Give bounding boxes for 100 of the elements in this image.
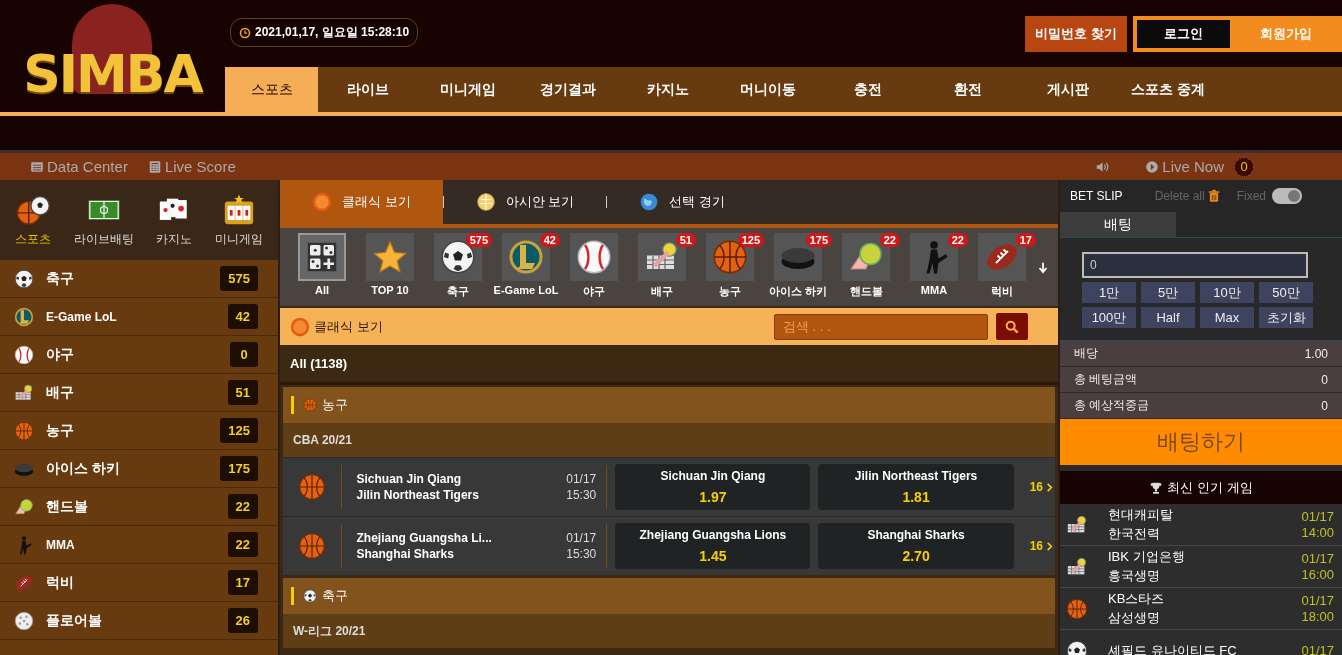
nav-tab[interactable]: 라이브 bbox=[318, 67, 418, 112]
nav-tab[interactable]: 충전 bbox=[818, 67, 918, 112]
odds-button[interactable]: Shanghai Sharks 2.70 bbox=[818, 523, 1014, 569]
nav-tab[interactable]: 스포츠 중계 bbox=[1118, 67, 1218, 112]
logo[interactable]: SIMBA bbox=[23, 44, 202, 104]
more-markets-link[interactable]: 16 bbox=[1029, 539, 1055, 553]
nav-tab[interactable]: 카지노 bbox=[618, 67, 718, 112]
amount-button[interactable]: 10만 bbox=[1200, 282, 1254, 303]
nav-tab[interactable]: 머니이동 bbox=[718, 67, 818, 112]
expand-button[interactable] bbox=[1036, 261, 1050, 275]
basketball-icon bbox=[14, 420, 34, 441]
sport-filter[interactable]: TOP 10 bbox=[356, 233, 424, 296]
sport-filter[interactable]: 17 럭비 bbox=[968, 233, 1036, 299]
sport-name: 농구 bbox=[46, 421, 75, 440]
match-date: 01/17 bbox=[566, 531, 597, 545]
view-tab[interactable]: 아시안 보기 bbox=[443, 180, 607, 224]
sport-filter[interactable]: All bbox=[288, 233, 356, 296]
nav-tab[interactable]: 게시판 bbox=[1018, 67, 1118, 112]
odds-button[interactable]: Zhejiang Guangsha Lions 1.45 bbox=[615, 523, 811, 569]
sport-menu-item[interactable]: 야구 0 bbox=[0, 336, 278, 374]
amount-button[interactable]: 5만 bbox=[1141, 282, 1195, 303]
nav-tab[interactable]: 스포츠 bbox=[225, 67, 318, 112]
sport-filter[interactable]: 175 아이스 하키 bbox=[764, 233, 832, 299]
category-tab[interactable]: 미니게임 bbox=[214, 192, 263, 248]
nav-tab[interactable]: 환전 bbox=[918, 67, 1018, 112]
league-name: W-리그 20/21 bbox=[293, 622, 366, 640]
info-link[interactable]: Data Center bbox=[30, 158, 128, 175]
sun-globe-icon bbox=[475, 192, 496, 212]
count-badge: 575 bbox=[220, 266, 258, 291]
view-tab[interactable]: 선택 경기 bbox=[607, 180, 757, 224]
home-team: KB스타즈 bbox=[1108, 590, 1166, 608]
new-badge-icon bbox=[312, 192, 332, 212]
sport-name: 배구 bbox=[46, 383, 75, 402]
sport-name: 아이스 하키 bbox=[46, 459, 121, 478]
all-count: All (1138) bbox=[290, 356, 348, 371]
handball-icon bbox=[14, 496, 34, 517]
sport-label: TOP 10 bbox=[371, 284, 409, 296]
header-button[interactable]: 비밀번호 찾기 bbox=[1025, 16, 1127, 52]
summary-value: 1.00 bbox=[1304, 346, 1328, 361]
count-badge: 575 bbox=[465, 233, 492, 247]
fixed-toggle[interactable] bbox=[1272, 188, 1302, 204]
amount-button[interactable]: Max bbox=[1200, 307, 1254, 328]
info-link[interactable]: Live Score bbox=[147, 158, 236, 175]
summary-value: 0 bbox=[1321, 398, 1328, 413]
live-now-link[interactable]: Live Now bbox=[1145, 158, 1224, 175]
more-markets-link[interactable]: 16 bbox=[1029, 480, 1055, 494]
sport-filter[interactable]: 야구 bbox=[560, 233, 628, 299]
game-date: 01/17 bbox=[1301, 551, 1334, 566]
sport-menu-item[interactable]: MMA 22 bbox=[0, 526, 278, 564]
sport-label: 럭비 bbox=[991, 284, 1013, 299]
chevron-right-icon bbox=[1044, 481, 1055, 493]
amount-button[interactable]: 100만 bbox=[1082, 307, 1136, 328]
odds-button[interactable]: Sichuan Jin Qiang 1.97 bbox=[615, 464, 811, 510]
count-badge: 125 bbox=[737, 233, 764, 247]
bet-tab[interactable]: 배팅 bbox=[1060, 212, 1176, 237]
soccer-ball-icon bbox=[303, 589, 317, 603]
sport-menu-item[interactable]: 아이스 하키 175 bbox=[0, 450, 278, 488]
trophy-icon bbox=[1149, 480, 1164, 495]
tab-label: 아시안 보기 bbox=[505, 193, 575, 211]
away-team: Jilin Northeast Tigers bbox=[356, 488, 480, 502]
sport-menu-item[interactable]: 플로어볼 26 bbox=[0, 602, 278, 640]
category-tab[interactable]: 카지노 bbox=[156, 192, 193, 248]
search-button[interactable] bbox=[996, 313, 1028, 340]
count-badge: 175 bbox=[220, 456, 258, 481]
count-badge: 22 bbox=[227, 494, 258, 519]
sport-menu-item[interactable]: 럭비 17 bbox=[0, 564, 278, 602]
search-field[interactable]: 검색 . . . bbox=[774, 313, 988, 340]
away-team: 흥국생명 bbox=[1108, 567, 1161, 585]
nav-tab[interactable]: 경기결과 bbox=[518, 67, 618, 112]
odds-button[interactable]: Jilin Northeast Tigers 1.81 bbox=[818, 464, 1014, 510]
sport-filter[interactable]: 22 MMA bbox=[900, 233, 968, 296]
summary-label: 총 베팅금액 bbox=[1074, 371, 1138, 388]
sport-filter[interactable]: 125 농구 bbox=[696, 233, 764, 299]
category-label: 스포츠 bbox=[15, 230, 52, 248]
sport-menu-item[interactable]: 축구 575 bbox=[0, 260, 278, 298]
sport-menu-item[interactable]: 농구 125 bbox=[0, 412, 278, 450]
sport-label: 핸드볼 bbox=[849, 284, 883, 299]
sport-name: 플로어볼 bbox=[46, 611, 103, 630]
sport-menu-item[interactable]: 핸드볼 22 bbox=[0, 488, 278, 526]
amount-button[interactable]: 초기화 bbox=[1259, 307, 1313, 328]
header-button[interactable]: 로그인 bbox=[1133, 16, 1230, 52]
game-time: 16:00 bbox=[1301, 567, 1334, 582]
volleyball-net-icon bbox=[14, 382, 34, 403]
sport-filter[interactable]: 575 축구 bbox=[424, 233, 492, 299]
category-tab[interactable]: 라이브배팅 bbox=[73, 192, 134, 248]
sport-menu-item[interactable]: 배구 51 bbox=[0, 374, 278, 412]
category-tab[interactable]: 스포츠 bbox=[15, 192, 52, 248]
amount-button[interactable]: Half bbox=[1141, 307, 1195, 328]
home-team: Zhejiang Guangsha Li... bbox=[356, 531, 493, 545]
league-name: CBA 20/21 bbox=[293, 433, 352, 447]
view-tab[interactable]: 클래식 보기 bbox=[280, 180, 443, 224]
sport-filter[interactable]: 42 E-Game LoL bbox=[492, 233, 560, 296]
sport-filter[interactable]: 22 핸드볼 bbox=[832, 233, 900, 299]
sport-filter[interactable]: 51 배구 bbox=[628, 233, 696, 299]
sport-label: 아이스 하키 bbox=[768, 284, 828, 299]
amount-button[interactable]: 50만 bbox=[1259, 282, 1313, 303]
amount-field[interactable]: 0 bbox=[1082, 252, 1308, 278]
sport-menu-item[interactable]: E-Game LoL 42 bbox=[0, 298, 278, 336]
amount-button[interactable]: 1만 bbox=[1082, 282, 1136, 303]
nav-tab[interactable]: 미니게임 bbox=[418, 67, 518, 112]
